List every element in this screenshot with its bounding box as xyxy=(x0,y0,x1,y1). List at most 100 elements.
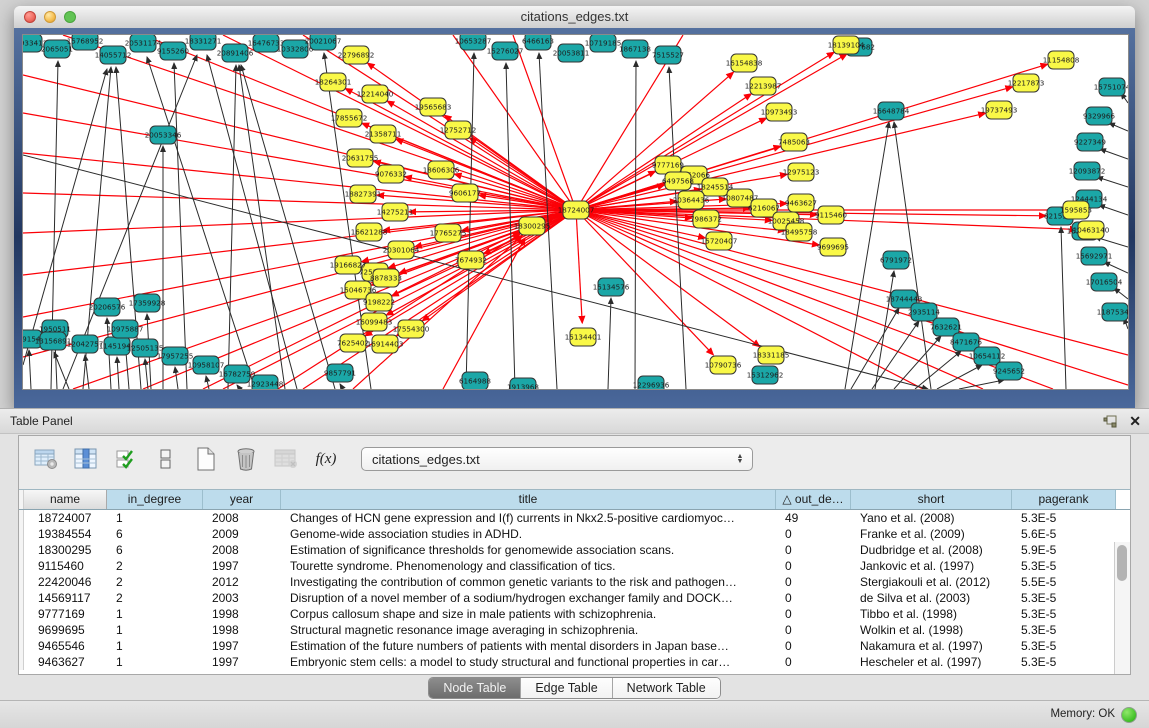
column-header-title[interactable]: title xyxy=(281,490,776,509)
table-cell: 18300295 xyxy=(24,542,107,558)
network-node-label: 6164988 xyxy=(459,377,491,386)
select-rows-icon[interactable] xyxy=(113,446,139,472)
network-edge xyxy=(223,210,576,389)
table-row[interactable]: 977716911998Corpus callosum shape and si… xyxy=(19,606,1130,622)
table-row[interactable]: 911546021997Tourette syndrome. Phenomeno… xyxy=(19,558,1130,574)
network-node-label: 7485063 xyxy=(778,138,810,147)
network-node-label: 6216067 xyxy=(748,204,780,213)
table-cell: Franke et al. (2009) xyxy=(851,526,1012,542)
network-edge xyxy=(1099,205,1128,215)
float-panel-icon[interactable] xyxy=(1103,415,1117,428)
table-cell: 5.5E-5 xyxy=(1012,574,1116,590)
node-table: namein_degreeyeartitle△ out_de…shortpage… xyxy=(19,489,1130,674)
column-header-name[interactable]: name xyxy=(24,490,107,509)
table-cell: 0 xyxy=(776,558,851,574)
network-view-canvas[interactable]: 1893341220650511576895214055712205311749… xyxy=(22,34,1129,390)
network-node-label: 12213987 xyxy=(745,82,782,91)
network-node-label: 19166827 xyxy=(330,261,367,270)
table-panel-title: Table Panel xyxy=(10,414,73,428)
table-scrollbar[interactable] xyxy=(1114,542,1130,674)
network-window-titlebar[interactable]: citations_edges.txt xyxy=(14,6,1135,29)
table-cell: 1 xyxy=(107,510,203,526)
network-window-frame: 1893341220650511576895214055712205311749… xyxy=(14,28,1135,408)
table-cell: 1 xyxy=(107,606,203,622)
table-cell: Genome-wide association studies in ADHD. xyxy=(281,526,776,542)
table-settings-icon[interactable] xyxy=(33,446,59,472)
table-cell: Tourette syndrome. Phenomenology and cla… xyxy=(281,558,776,574)
network-node-label: 15134576 xyxy=(593,283,630,292)
network-node-label: 20206576 xyxy=(89,303,126,312)
table-cell: 5.3E-5 xyxy=(1012,606,1116,622)
table-row[interactable]: 1456911722003Disruption of a novel membe… xyxy=(19,590,1130,606)
function-icon[interactable]: f(x) xyxy=(313,446,339,472)
table-cell: 1 xyxy=(107,638,203,654)
table-row[interactable]: 1872400712008Changes of HCN gene express… xyxy=(19,510,1130,526)
table-cell: 0 xyxy=(776,590,851,606)
table-cell: 1997 xyxy=(203,558,281,574)
new-file-icon[interactable] xyxy=(193,446,219,472)
table-cell: 0 xyxy=(776,654,851,670)
table-cell: 2008 xyxy=(203,542,281,558)
tab-network-table[interactable]: Network Table xyxy=(613,678,720,698)
network-node-label: 7625402 xyxy=(337,339,369,348)
table-row[interactable]: 2242004622012Investigating the contribut… xyxy=(19,574,1130,590)
table-row[interactable]: 1938455462009Genome-wide association stu… xyxy=(19,526,1130,542)
network-node-label: 17554300 xyxy=(393,325,430,334)
table-panel-header: Table Panel ✕ xyxy=(0,409,1149,434)
table-cell: Nakamura et al. (1997) xyxy=(851,638,1012,654)
window-title: citations_edges.txt xyxy=(14,9,1135,24)
table-cell: Investigating the contribution of common… xyxy=(281,574,776,590)
table-cell: 6 xyxy=(107,542,203,558)
network-node-label: 20053811 xyxy=(553,49,590,58)
row-height-icon[interactable] xyxy=(153,446,179,472)
column-header-pagerank[interactable]: pagerank xyxy=(1012,490,1116,509)
network-node-label: 12217873 xyxy=(1008,79,1045,88)
table-cell: 9115460 xyxy=(24,558,107,574)
network-node-label: 8471676 xyxy=(950,338,982,347)
network-node-label: 17359928 xyxy=(129,299,166,308)
table-cell: 1998 xyxy=(203,606,281,622)
column-header-out_de[interactable]: △ out_de… xyxy=(776,490,851,509)
trash-icon[interactable] xyxy=(233,446,259,472)
table-row[interactable]: 946554611997Estimation of the future num… xyxy=(19,638,1130,654)
table-cell: 49 xyxy=(776,510,851,526)
table-row[interactable]: 946362711997Embryonic stem cells: a mode… xyxy=(19,654,1130,670)
column-header-year[interactable]: year xyxy=(203,490,281,509)
network-node-label: 9245652 xyxy=(993,367,1025,376)
table-cell: Wolkin et al. (1998) xyxy=(851,622,1012,638)
network-node-label: 7632621 xyxy=(930,323,962,332)
column-header-in_degree[interactable]: in_degree xyxy=(107,490,203,509)
network-node-label: 9115460 xyxy=(815,211,847,220)
network-node-label: 7986372 xyxy=(690,215,722,224)
network-node-label: 9329966 xyxy=(1083,112,1115,121)
table-cell: Corpus callosum shape and size in male p… xyxy=(281,606,776,622)
memory-status-led-icon[interactable] xyxy=(1121,707,1137,723)
network-node-label: 20631755 xyxy=(342,154,379,163)
table-column-icon[interactable] xyxy=(73,446,99,472)
table-row[interactable]: 1830029562008Estimation of significance … xyxy=(19,542,1130,558)
table-panel: Table Panel ✕ xyxy=(0,408,1149,701)
table-selector[interactable]: citations_edges.txt ▲▼ xyxy=(361,447,753,471)
network-node-label: 15134401 xyxy=(565,333,602,342)
table-scrollbar-thumb[interactable] xyxy=(1117,545,1127,581)
network-node-label: 9699695 xyxy=(817,243,849,252)
network-edge xyxy=(576,210,923,389)
table-cell: 0 xyxy=(776,526,851,542)
network-node-label: 18744443 xyxy=(886,295,923,304)
network-node-label: 18827391 xyxy=(345,190,382,199)
tab-node-table[interactable]: Node Table xyxy=(429,678,521,698)
network-node-label: 20021067 xyxy=(305,37,342,46)
network-node-label: 12296936 xyxy=(633,381,670,390)
tab-edge-table[interactable]: Edge Table xyxy=(521,678,612,698)
table-body: 1872400712008Changes of HCN gene express… xyxy=(19,510,1130,670)
table-toolbar: f(x) citations_edges.txt ▲▼ xyxy=(19,436,1130,482)
network-edge xyxy=(340,384,343,389)
table-cell: Stergiakouli et al. (2012) xyxy=(851,574,1012,590)
column-header-short[interactable]: short xyxy=(851,490,1012,509)
close-panel-icon[interactable]: ✕ xyxy=(1129,413,1141,429)
table-panel-body: f(x) citations_edges.txt ▲▼ namein_degre… xyxy=(18,435,1131,675)
network-node-label: 16621288 xyxy=(351,228,388,237)
table-cell: 0 xyxy=(776,574,851,590)
table-row[interactable]: 969969511998Structural magnetic resonanc… xyxy=(19,622,1130,638)
network-node-label: 10975887 xyxy=(107,325,144,334)
